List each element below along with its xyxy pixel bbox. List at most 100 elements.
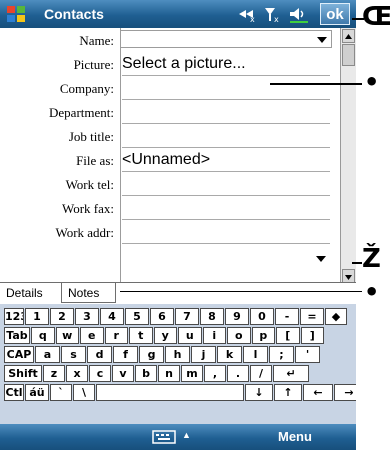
tab-strip: Details Notes xyxy=(0,282,356,305)
keyboard-icon[interactable] xyxy=(152,430,176,444)
callout-marker-tabs: • xyxy=(364,278,380,306)
work-addr-field[interactable] xyxy=(122,221,330,244)
company-field[interactable] xyxy=(122,77,330,100)
scroll-down-button[interactable] xyxy=(342,269,355,283)
file-as-field[interactable]: <Unnamed> xyxy=(122,149,330,172)
keyboard-key[interactable]: r xyxy=(104,327,128,344)
keyboard-key[interactable]: . xyxy=(227,365,249,382)
keyboard-key[interactable]: 3 xyxy=(75,308,99,325)
keyboard-key[interactable]: ' xyxy=(295,346,320,363)
keyboard-key[interactable]: d xyxy=(87,346,112,363)
keyboard-key[interactable]: 4 xyxy=(100,308,124,325)
keyboard-key[interactable]: t xyxy=(129,327,153,344)
field-row-company: Company: xyxy=(0,76,340,100)
field-label: Work addr: xyxy=(55,225,114,240)
keyboard-key[interactable]: l xyxy=(243,346,268,363)
keyboard-key[interactable]: ◆ xyxy=(325,308,347,325)
key-space[interactable] xyxy=(96,384,244,401)
keyboard-key[interactable]: Ctl xyxy=(4,384,24,401)
department-field[interactable] xyxy=(122,101,330,124)
keyboard-key[interactable]: v xyxy=(112,365,134,382)
keyboard-key[interactable]: s xyxy=(61,346,86,363)
keyboard-key[interactable]: a xyxy=(35,346,60,363)
svg-text:x: x xyxy=(274,15,279,23)
keyboard-key[interactable]: [ xyxy=(276,327,300,344)
field-label: Job title: xyxy=(68,129,114,144)
keyboard-key[interactable]: b xyxy=(135,365,157,382)
keyboard-key[interactable]: j xyxy=(191,346,216,363)
vertical-scrollbar[interactable] xyxy=(340,28,356,284)
scroll-thumb[interactable] xyxy=(342,44,355,66)
keyboard-key[interactable]: CAP xyxy=(4,346,34,363)
keyboard-key[interactable]: ] xyxy=(300,327,324,344)
dropdown-arrow-icon[interactable] xyxy=(317,37,327,43)
keyboard-key[interactable]: g xyxy=(139,346,164,363)
tab-details[interactable]: Details xyxy=(0,283,62,303)
keyboard-key[interactable]: 2 xyxy=(50,308,74,325)
keyboard-key[interactable]: ← xyxy=(303,384,333,401)
field-row-picture: Picture: Select a picture... xyxy=(0,52,340,76)
app-title: Contacts xyxy=(44,6,104,22)
menu-bar: ▲ Menu xyxy=(0,424,356,450)
keyboard-key[interactable]: ↑ xyxy=(274,384,302,401)
keyboard-key[interactable]: p xyxy=(251,327,275,344)
dropdown-arrow-icon[interactable] xyxy=(316,256,326,262)
keyboard-key[interactable]: ↵ xyxy=(273,365,309,382)
keyboard-key[interactable]: , xyxy=(204,365,226,382)
keyboard-key[interactable]: f xyxy=(113,346,138,363)
keyboard-key[interactable]: n xyxy=(158,365,180,382)
keyboard-key[interactable]: → xyxy=(334,384,356,401)
keyboard-key[interactable]: Shift xyxy=(4,365,42,382)
field-row-file-as: File as: <Unnamed> xyxy=(0,148,340,172)
signal-icon[interactable]: x xyxy=(262,5,282,23)
callout-line-picture xyxy=(270,83,362,85)
keyboard-key[interactable]: ↓ xyxy=(245,384,273,401)
keyboard-key[interactable]: - xyxy=(275,308,299,325)
work-tel-field[interactable] xyxy=(122,173,330,196)
keyboard-key[interactable]: w xyxy=(55,327,79,344)
picture-field[interactable]: Select a picture... xyxy=(122,53,330,76)
field-row-work-fax: Work fax: xyxy=(0,196,340,220)
keyboard-key[interactable]: y xyxy=(153,327,177,344)
keyboard-key[interactable]: h xyxy=(165,346,190,363)
contact-form: Name: Picture: Select a picture... Compa… xyxy=(0,28,340,284)
connectivity-icon[interactable]: x xyxy=(236,5,256,23)
keyboard-key[interactable]: 8 xyxy=(200,308,224,325)
keyboard-key[interactable]: 123 xyxy=(4,308,24,325)
keyboard-key[interactable]: q xyxy=(31,327,55,344)
keyboard-key[interactable]: áü xyxy=(25,384,49,401)
keyboard-key[interactable]: Tab xyxy=(4,327,30,344)
keyboard-key[interactable]: ` xyxy=(50,384,72,401)
keyboard-key[interactable]: c xyxy=(89,365,111,382)
ok-button[interactable]: ok xyxy=(320,3,350,25)
keyboard-key[interactable]: 7 xyxy=(175,308,199,325)
keyboard-key[interactable]: e xyxy=(80,327,104,344)
keyboard-key[interactable]: 0 xyxy=(250,308,274,325)
volume-icon[interactable] xyxy=(288,5,308,23)
callout-marker-scroll: Ž xyxy=(362,244,381,274)
keyboard-key[interactable]: 9 xyxy=(225,308,249,325)
caret-up-icon[interactable]: ▲ xyxy=(182,430,191,440)
keyboard-key[interactable]: ; xyxy=(269,346,294,363)
name-field[interactable] xyxy=(120,30,332,48)
keyboard-key[interactable]: z xyxy=(43,365,65,382)
menu-button[interactable]: Menu xyxy=(278,429,312,444)
keyboard-key[interactable]: k xyxy=(217,346,242,363)
keyboard-key[interactable]: \ xyxy=(73,384,95,401)
job-title-field[interactable] xyxy=(122,125,330,148)
keyboard-key[interactable]: / xyxy=(250,365,272,382)
keyboard-key[interactable]: 1 xyxy=(25,308,49,325)
scroll-up-button[interactable] xyxy=(342,29,355,43)
tab-notes[interactable]: Notes xyxy=(62,283,116,303)
keyboard-key[interactable]: 6 xyxy=(150,308,174,325)
keyboard-key[interactable]: i xyxy=(202,327,226,344)
keyboard-key[interactable]: m xyxy=(181,365,203,382)
keyboard-key[interactable]: x xyxy=(66,365,88,382)
keyboard-key[interactable]: u xyxy=(178,327,202,344)
windows-start-icon[interactable] xyxy=(6,4,26,24)
keyboard-key[interactable]: o xyxy=(227,327,251,344)
keyboard-key[interactable]: 5 xyxy=(125,308,149,325)
work-fax-field[interactable] xyxy=(122,197,330,220)
field-label: Picture: xyxy=(73,57,114,72)
keyboard-key[interactable]: = xyxy=(300,308,324,325)
